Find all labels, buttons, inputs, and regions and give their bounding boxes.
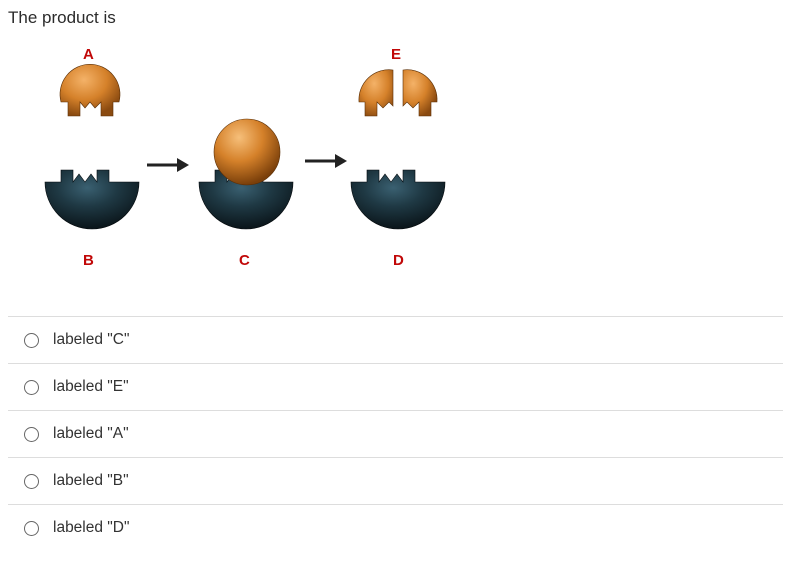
arrow-icon bbox=[145, 154, 191, 176]
option-label: labeled "A" bbox=[53, 425, 129, 443]
enzyme-shape-b bbox=[39, 164, 147, 248]
option-label: labeled "E" bbox=[53, 378, 129, 396]
question-text: The product is bbox=[8, 8, 783, 28]
diagram-label-d: D bbox=[393, 252, 404, 269]
diagram-label-c: C bbox=[239, 252, 250, 269]
radio-icon bbox=[24, 427, 39, 442]
diagram-label-a: A bbox=[83, 46, 94, 63]
arrow-icon bbox=[303, 150, 349, 172]
product-half-right bbox=[399, 62, 443, 126]
radio-icon bbox=[24, 474, 39, 489]
product-half-left bbox=[353, 62, 397, 126]
option-a[interactable]: labeled "A" bbox=[8, 411, 783, 458]
substrate-shape bbox=[51, 62, 129, 126]
answer-options: labeled "C" labeled "E" labeled "A" labe… bbox=[8, 316, 783, 541]
option-e[interactable]: labeled "E" bbox=[8, 364, 783, 411]
radio-icon bbox=[24, 333, 39, 348]
diagram-label-e: E bbox=[391, 46, 401, 63]
option-label: labeled "D" bbox=[53, 519, 130, 537]
option-label: labeled "C" bbox=[53, 331, 130, 349]
enzyme-shape-d bbox=[345, 164, 453, 248]
radio-icon bbox=[24, 380, 39, 395]
diagram-label-b: B bbox=[83, 252, 94, 269]
option-label: labeled "B" bbox=[53, 472, 129, 490]
option-d[interactable]: labeled "D" bbox=[8, 505, 783, 541]
radio-icon bbox=[24, 521, 39, 536]
complex-substrate-shape bbox=[209, 116, 285, 188]
option-c[interactable]: labeled "C" bbox=[8, 317, 783, 364]
enzyme-reaction-diagram: A B C bbox=[33, 46, 493, 276]
option-b[interactable]: labeled "B" bbox=[8, 458, 783, 505]
